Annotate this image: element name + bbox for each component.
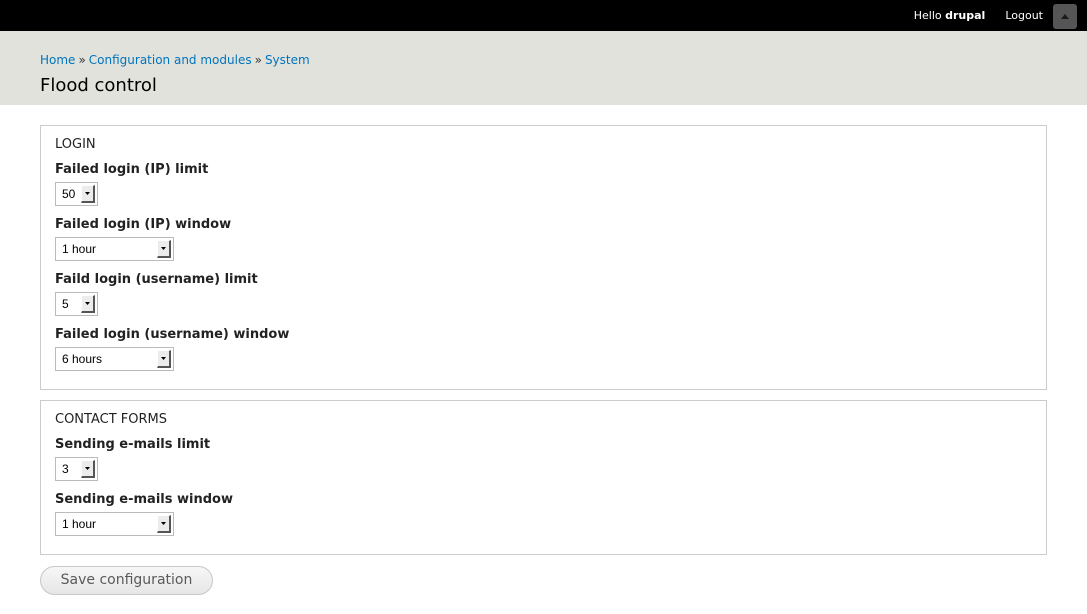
- contact-forms-fieldset: CONTACT FORMS Sending e-mails limit 3 Se…: [40, 400, 1047, 555]
- failed-login-ip-window-field: Failed login (IP) window 1 hour: [55, 217, 231, 261]
- sending-emails-window-label: Sending e-mails window: [55, 492, 233, 507]
- login-fieldset: LOGIN Failed login (IP) limit 50 Failed …: [40, 125, 1047, 390]
- failed-login-ip-limit-select[interactable]: 50: [55, 182, 98, 206]
- sending-emails-window-select[interactable]: 1 hour: [55, 512, 174, 536]
- failed-login-ip-limit-field: Failed login (IP) limit 50: [55, 162, 208, 206]
- logout-link[interactable]: Logout: [1005, 9, 1043, 22]
- select-value: 1 hour: [62, 517, 97, 531]
- failed-login-username-limit-field: Faild login (username) limit 5: [55, 272, 258, 316]
- page-title: Flood control: [40, 75, 157, 96]
- breadcrumb: Home» Configuration and modules» System: [40, 53, 310, 67]
- greeting-prefix: Hello: [913, 9, 942, 22]
- sending-emails-limit-label: Sending e-mails limit: [55, 437, 211, 452]
- failed-login-ip-limit-label: Failed login (IP) limit: [55, 162, 209, 177]
- breadcrumb-separator: »: [254, 53, 262, 67]
- select-value: 5: [62, 297, 69, 311]
- username[interactable]: drupal: [945, 9, 985, 22]
- breadcrumb-separator: »: [78, 53, 86, 67]
- greeting: Hello drupal: [914, 9, 986, 22]
- sending-emails-limit-select[interactable]: 3: [55, 457, 98, 481]
- failed-login-username-window-field: Failed login (username) window 6 hours: [55, 327, 289, 371]
- failed-login-username-window-select[interactable]: 6 hours: [55, 347, 174, 371]
- triangle-down-icon: [81, 185, 95, 203]
- triangle-down-icon: [157, 350, 171, 368]
- triangle-down-icon: [81, 295, 95, 313]
- select-value: 50: [62, 187, 76, 201]
- breadcrumb-home-link[interactable]: Home: [40, 53, 75, 67]
- select-value: 3: [62, 462, 69, 476]
- admin-toolbar: Hello drupal Logout: [0, 0, 1087, 31]
- login-legend: LOGIN: [55, 137, 96, 152]
- triangle-down-icon: [81, 460, 95, 478]
- select-value: 6 hours: [62, 352, 103, 366]
- contact-forms-legend: CONTACT FORMS: [55, 412, 167, 427]
- failed-login-username-limit-select[interactable]: 5: [55, 292, 98, 316]
- failed-login-ip-window-label: Failed login (IP) window: [55, 217, 232, 232]
- select-value: 1 hour: [62, 242, 97, 256]
- triangle-down-icon: [157, 515, 171, 533]
- failed-login-username-limit-label: Faild login (username) limit: [55, 272, 258, 287]
- sending-emails-limit-field: Sending e-mails limit 3: [55, 437, 210, 481]
- breadcrumb-configuration-link[interactable]: Configuration and modules: [89, 53, 252, 67]
- triangle-up-icon: [1061, 14, 1069, 19]
- toolbar-toggle-button[interactable]: [1053, 4, 1077, 29]
- failed-login-username-window-label: Failed login (username) window: [55, 327, 290, 342]
- sending-emails-window-field: Sending e-mails window 1 hour: [55, 492, 233, 536]
- breadcrumb-system-link[interactable]: System: [265, 53, 310, 67]
- save-configuration-button[interactable]: Save configuration: [40, 566, 213, 595]
- toolbar-user-area: Hello drupal Logout: [914, 0, 1077, 31]
- triangle-down-icon: [157, 240, 171, 258]
- page-header: Home» Configuration and modules» System Fl…: [0, 31, 1087, 105]
- failed-login-ip-window-select[interactable]: 1 hour: [55, 237, 174, 261]
